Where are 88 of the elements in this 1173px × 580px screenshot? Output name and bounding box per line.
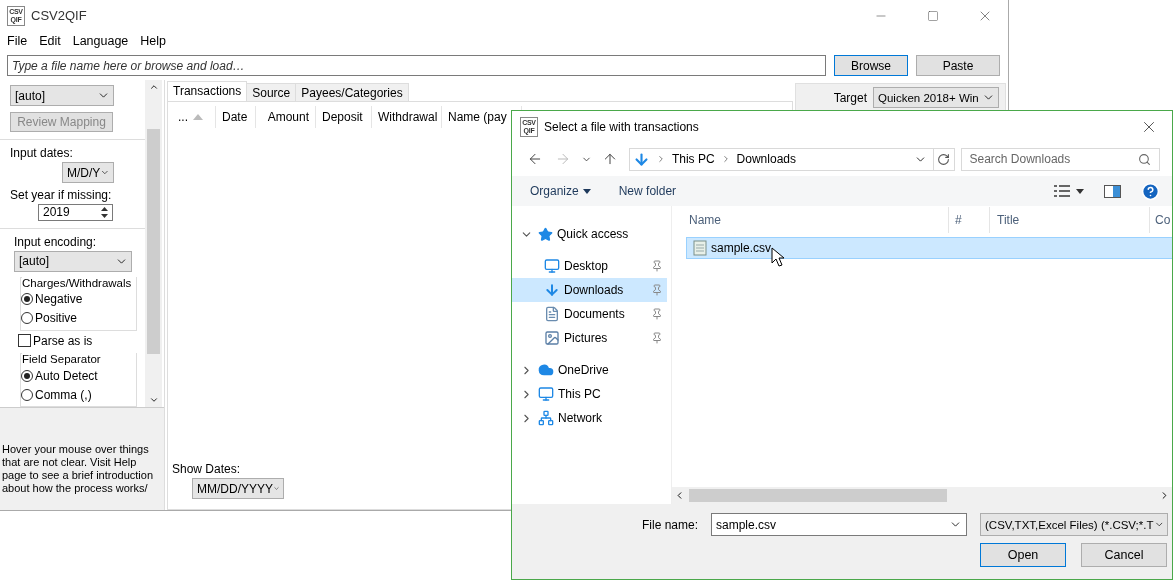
menu-item[interactable]: Language xyxy=(66,31,135,51)
pin-icon xyxy=(651,260,663,272)
view-options-icon[interactable] xyxy=(1054,185,1084,197)
nav-item[interactable]: Network xyxy=(512,406,667,430)
menu-item[interactable]: Edit xyxy=(33,31,67,51)
year-spinner[interactable]: 2019 xyxy=(38,204,113,221)
address-bar[interactable]: This PC Downloads xyxy=(628,147,955,171)
spin-arrows-icon[interactable] xyxy=(100,205,109,219)
nav-item[interactable]: Pictures xyxy=(512,326,667,350)
column-header[interactable]: Withdrawal xyxy=(372,106,442,128)
text-file-icon xyxy=(693,240,707,256)
column-header[interactable]: # xyxy=(949,207,990,233)
help-icon[interactable] xyxy=(1141,181,1160,201)
refresh-icon[interactable] xyxy=(937,152,950,166)
column-header[interactable]: Amount xyxy=(256,106,316,128)
new-folder-button[interactable]: New folder xyxy=(618,184,677,198)
cancel-button[interactable]: Cancel xyxy=(1081,543,1167,567)
menu-item[interactable]: Help xyxy=(134,31,173,51)
encoding-select[interactable]: [auto] xyxy=(14,250,132,272)
pin-icon xyxy=(651,332,663,344)
group-title: Charges/Withdrawals xyxy=(22,276,136,289)
field-label: Input dates: xyxy=(10,146,74,160)
pin-icon xyxy=(651,308,663,320)
field-label: Show Dates: xyxy=(172,462,242,476)
document-icon xyxy=(544,306,560,322)
file-type-select[interactable]: (CSV,TXT,Excel Files) (*.CSV;*.T xyxy=(980,513,1168,536)
checkbox-label[interactable]: Parse as is xyxy=(33,333,93,348)
group-title: Field Separator xyxy=(22,353,136,365)
open-button[interactable]: Open xyxy=(980,543,1066,567)
search-field[interactable]: Search Downloads xyxy=(960,147,1160,171)
maximize-icon[interactable] xyxy=(927,9,939,22)
date-format-select[interactable]: M/D/Y xyxy=(62,162,114,183)
nav-item[interactable]: Desktop xyxy=(512,254,667,278)
paste-button[interactable]: Paste xyxy=(916,55,1000,76)
checkbox[interactable] xyxy=(18,334,31,348)
radio-label[interactable]: Auto Detect xyxy=(35,368,98,383)
show-dates-select[interactable]: MM/DD/YYYY xyxy=(192,478,284,499)
nav-item[interactable]: OneDrive xyxy=(512,358,667,382)
preview-pane-icon[interactable] xyxy=(1104,184,1121,198)
column-header[interactable]: ... xyxy=(172,106,216,128)
tab[interactable]: Transactions xyxy=(167,81,248,101)
organize-button[interactable]: Organize xyxy=(530,184,591,198)
column-header[interactable]: Co xyxy=(1150,207,1173,233)
tab[interactable]: Payees/Categories xyxy=(295,83,409,101)
mapping-select[interactable]: [auto] xyxy=(10,85,114,106)
monitor-icon xyxy=(538,386,554,402)
scroll-up-icon[interactable] xyxy=(148,82,159,92)
target-select[interactable]: Quicken 2018+ Win xyxy=(873,87,999,108)
help-text: Hover your mouse over things that are not clear. Visit Help page to see a brief introduction about how the process works/ xyxy=(0,408,164,510)
nav-item[interactable]: Quick access xyxy=(512,222,667,246)
vertical-scrollbar[interactable] xyxy=(145,80,162,407)
download-icon xyxy=(544,282,560,298)
browse-button[interactable]: Browse xyxy=(834,55,908,76)
caret-icon xyxy=(582,188,591,194)
radio-label[interactable]: Positive xyxy=(35,311,78,325)
window-title: CSV2QIF xyxy=(31,8,88,23)
star-icon xyxy=(538,226,553,242)
scroll-down-icon[interactable] xyxy=(148,395,159,405)
horizontal-scrollbar[interactable] xyxy=(672,487,1172,504)
picture-icon xyxy=(544,330,560,346)
field-label: Target xyxy=(833,90,867,105)
radio-label[interactable]: Negative xyxy=(35,292,83,306)
column-header[interactable]: Name xyxy=(672,207,949,233)
search-icon xyxy=(1138,152,1151,166)
file-name-field[interactable]: sample.csv xyxy=(711,513,967,536)
column-header[interactable]: Title xyxy=(990,207,1150,233)
nav-item[interactable]: Downloads xyxy=(512,278,667,302)
field-label: Input encoding: xyxy=(14,234,98,249)
network-icon xyxy=(538,410,554,426)
field-label: File name: xyxy=(640,517,698,532)
pin-icon xyxy=(651,284,663,296)
sort-arrow-icon xyxy=(193,114,203,120)
nav-item[interactable]: Documents xyxy=(512,302,667,326)
mouse-cursor-icon xyxy=(771,247,785,267)
field-label: Set year if missing: xyxy=(10,188,113,202)
breadcrumb-item[interactable]: This PC xyxy=(671,152,715,166)
file-path-field[interactable]: Type a file name here or browse and load… xyxy=(7,55,826,76)
column-header[interactable]: Deposit xyxy=(316,106,372,128)
download-icon xyxy=(632,150,650,168)
nav-item[interactable]: This PC xyxy=(512,382,667,406)
tab[interactable]: Source xyxy=(246,83,297,101)
monitor-icon xyxy=(544,258,560,274)
breadcrumb-item[interactable]: Downloads xyxy=(736,152,796,166)
dialog-title: Select a file with transactions xyxy=(544,119,700,134)
menu-item[interactable]: File xyxy=(1,31,34,51)
radio-label[interactable]: Comma (,) xyxy=(35,387,92,402)
cloud-icon xyxy=(538,362,554,378)
column-header[interactable]: Date xyxy=(216,106,256,128)
